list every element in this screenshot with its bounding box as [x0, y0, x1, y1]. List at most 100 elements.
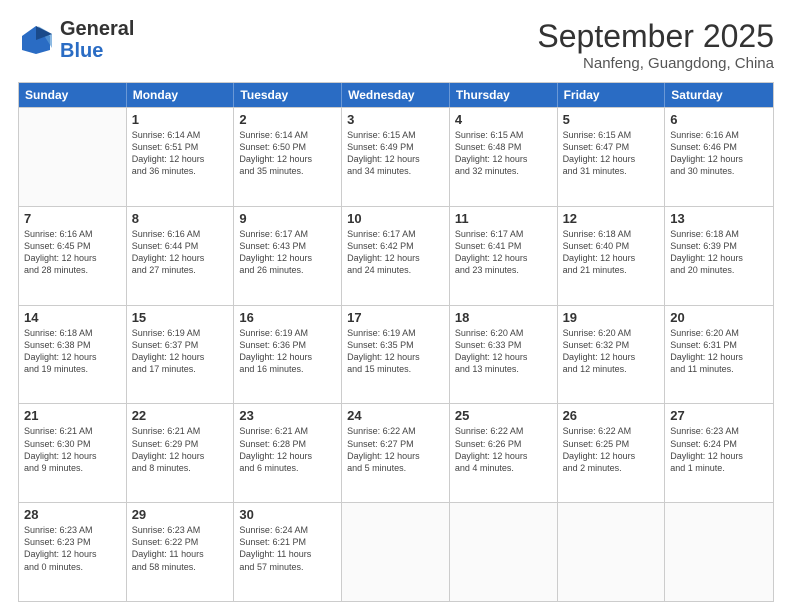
day-info: Sunrise: 6:17 AM Sunset: 6:41 PM Dayligh… [455, 228, 552, 277]
day-info: Sunrise: 6:15 AM Sunset: 6:49 PM Dayligh… [347, 129, 444, 178]
logo-icon [18, 22, 54, 58]
empty-cell-4-5 [558, 503, 666, 601]
day-number: 6 [670, 112, 768, 127]
day-cell-4: 4Sunrise: 6:15 AM Sunset: 6:48 PM Daylig… [450, 108, 558, 206]
day-cell-3: 3 Sunrise: 6:15 AM Sunset: 6:49 PM Daylig… [342, 108, 450, 206]
empty-cell-4-4 [450, 503, 558, 601]
day-number: 13 [670, 211, 768, 226]
day-cell-26: 26 Sunrise: 6:22 AM Sunset: 6:25 PM Dayli… [558, 404, 666, 502]
header: General Blue September 2025 Nanfeng, Gua… [18, 18, 774, 72]
day-info: Sunrise: 6:22 AM Sunset: 6:26 PM Dayligh… [455, 425, 552, 474]
logo-blue: Blue [60, 40, 103, 62]
day-info: Sunrise: 6:18 AM Sunset: 6:39 PM Dayligh… [670, 228, 768, 277]
day-cell-7: 7 Sunrise: 6:16 AM Sunset: 6:45 PM Daylig… [19, 207, 127, 305]
day-cell-5: 5Sunrise: 6:15 AM Sunset: 6:47 PM Daylig… [558, 108, 666, 206]
day-cell-8: 8Sunrise: 6:16 AM Sunset: 6:44 PM Daylig… [127, 207, 235, 305]
day-cell-25: 25 Sunrise: 6:22 AM Sunset: 6:26 PM Dayli… [450, 404, 558, 502]
weekday-header-monday: Monday [127, 83, 235, 107]
day-number: 30 [239, 507, 336, 522]
day-info: Sunrise: 6:21 AM Sunset: 6:28 PM Dayligh… [239, 425, 336, 474]
day-cell-11: 11 Sunrise: 6:17 AM Sunset: 6:41 PM Dayli… [450, 207, 558, 305]
day-info: Sunrise: 6:14 AM Sunset: 6:50 PM Dayligh… [239, 129, 336, 178]
day-info: Sunrise: 6:17 AM Sunset: 6:43 PM Dayligh… [239, 228, 336, 277]
calendar-row-3: 14 Sunrise: 6:18 AM Sunset: 6:38 PM Dayli… [19, 305, 773, 404]
day-cell-10: 10Sunrise: 6:17 AM Sunset: 6:42 PM Dayli… [342, 207, 450, 305]
day-number: 18 [455, 310, 552, 325]
day-number: 7 [24, 211, 121, 226]
day-cell-15: 15 Sunrise: 6:19 AM Sunset: 6:37 PM Dayli… [127, 306, 235, 404]
day-info: Sunrise: 6:22 AM Sunset: 6:27 PM Dayligh… [347, 425, 444, 474]
day-cell-24: 24Sunrise: 6:22 AM Sunset: 6:27 PM Dayli… [342, 404, 450, 502]
day-info: Sunrise: 6:23 AM Sunset: 6:23 PM Dayligh… [24, 524, 121, 573]
empty-cell-4-3 [342, 503, 450, 601]
logo-text: General Blue [60, 18, 134, 62]
weekday-header-sunday: Sunday [19, 83, 127, 107]
day-number: 22 [132, 408, 229, 423]
day-number: 2 [239, 112, 336, 127]
day-cell-14: 14 Sunrise: 6:18 AM Sunset: 6:38 PM Dayli… [19, 306, 127, 404]
day-info: Sunrise: 6:18 AM Sunset: 6:40 PM Dayligh… [563, 228, 660, 277]
day-cell-19: 19 Sunrise: 6:20 AM Sunset: 6:32 PM Dayli… [558, 306, 666, 404]
calendar-row-2: 7 Sunrise: 6:16 AM Sunset: 6:45 PM Daylig… [19, 206, 773, 305]
day-cell-17: 17Sunrise: 6:19 AM Sunset: 6:35 PM Dayli… [342, 306, 450, 404]
day-number: 25 [455, 408, 552, 423]
day-info: Sunrise: 6:16 AM Sunset: 6:45 PM Dayligh… [24, 228, 121, 277]
day-number: 17 [347, 310, 444, 325]
day-info: Sunrise: 6:23 AM Sunset: 6:22 PM Dayligh… [132, 524, 229, 573]
day-cell-1: 1Sunrise: 6:14 AM Sunset: 6:51 PM Daylig… [127, 108, 235, 206]
day-info: Sunrise: 6:17 AM Sunset: 6:42 PM Dayligh… [347, 228, 444, 277]
day-number: 19 [563, 310, 660, 325]
location-subtitle: Nanfeng, Guangdong, China [537, 55, 774, 72]
day-cell-6: 6Sunrise: 6:16 AM Sunset: 6:46 PM Daylig… [665, 108, 773, 206]
weekday-header-thursday: Thursday [450, 83, 558, 107]
day-info: Sunrise: 6:22 AM Sunset: 6:25 PM Dayligh… [563, 425, 660, 474]
month-title: September 2025 [537, 18, 774, 55]
day-number: 16 [239, 310, 336, 325]
day-cell-28: 28Sunrise: 6:23 AM Sunset: 6:23 PM Dayli… [19, 503, 127, 601]
day-info: Sunrise: 6:20 AM Sunset: 6:31 PM Dayligh… [670, 327, 768, 376]
weekday-header-friday: Friday [558, 83, 666, 107]
day-cell-30: 30Sunrise: 6:24 AM Sunset: 6:21 PM Dayli… [234, 503, 342, 601]
day-info: Sunrise: 6:19 AM Sunset: 6:37 PM Dayligh… [132, 327, 229, 376]
calendar-header: SundayMondayTuesdayWednesdayThursdayFrid… [19, 83, 773, 107]
weekday-header-tuesday: Tuesday [234, 83, 342, 107]
day-cell-21: 21Sunrise: 6:21 AM Sunset: 6:30 PM Dayli… [19, 404, 127, 502]
day-number: 11 [455, 211, 552, 226]
day-cell-2: 2 Sunrise: 6:14 AM Sunset: 6:50 PM Daylig… [234, 108, 342, 206]
weekday-header-wednesday: Wednesday [342, 83, 450, 107]
logo-general: General [60, 18, 134, 40]
day-number: 29 [132, 507, 229, 522]
page: General Blue September 2025 Nanfeng, Gua… [0, 0, 792, 612]
day-cell-27: 27 Sunrise: 6:23 AM Sunset: 6:24 PM Dayli… [665, 404, 773, 502]
day-cell-16: 16Sunrise: 6:19 AM Sunset: 6:36 PM Dayli… [234, 306, 342, 404]
day-info: Sunrise: 6:20 AM Sunset: 6:32 PM Dayligh… [563, 327, 660, 376]
day-info: Sunrise: 6:23 AM Sunset: 6:24 PM Dayligh… [670, 425, 768, 474]
day-number: 15 [132, 310, 229, 325]
day-cell-20: 20 Sunrise: 6:20 AM Sunset: 6:31 PM Dayli… [665, 306, 773, 404]
calendar: SundayMondayTuesdayWednesdayThursdayFrid… [18, 82, 774, 602]
calendar-row-1: 1Sunrise: 6:14 AM Sunset: 6:51 PM Daylig… [19, 107, 773, 206]
day-number: 14 [24, 310, 121, 325]
day-info: Sunrise: 6:21 AM Sunset: 6:30 PM Dayligh… [24, 425, 121, 474]
day-number: 20 [670, 310, 768, 325]
logo: General Blue [18, 18, 134, 62]
day-number: 27 [670, 408, 768, 423]
day-number: 26 [563, 408, 660, 423]
day-info: Sunrise: 6:14 AM Sunset: 6:51 PM Dayligh… [132, 129, 229, 178]
empty-cell-4-6 [665, 503, 773, 601]
day-number: 8 [132, 211, 229, 226]
day-number: 12 [563, 211, 660, 226]
day-number: 9 [239, 211, 336, 226]
day-info: Sunrise: 6:21 AM Sunset: 6:29 PM Dayligh… [132, 425, 229, 474]
empty-cell-0-0 [19, 108, 127, 206]
day-number: 5 [563, 112, 660, 127]
day-cell-23: 23Sunrise: 6:21 AM Sunset: 6:28 PM Dayli… [234, 404, 342, 502]
day-cell-18: 18 Sunrise: 6:20 AM Sunset: 6:33 PM Dayli… [450, 306, 558, 404]
day-cell-29: 29 Sunrise: 6:23 AM Sunset: 6:22 PM Dayli… [127, 503, 235, 601]
day-number: 3 [347, 112, 444, 127]
calendar-body: 1Sunrise: 6:14 AM Sunset: 6:51 PM Daylig… [19, 107, 773, 601]
day-cell-12: 12 Sunrise: 6:18 AM Sunset: 6:40 PM Dayli… [558, 207, 666, 305]
day-cell-9: 9 Sunrise: 6:17 AM Sunset: 6:43 PM Daylig… [234, 207, 342, 305]
day-info: Sunrise: 6:18 AM Sunset: 6:38 PM Dayligh… [24, 327, 121, 376]
day-info: Sunrise: 6:20 AM Sunset: 6:33 PM Dayligh… [455, 327, 552, 376]
